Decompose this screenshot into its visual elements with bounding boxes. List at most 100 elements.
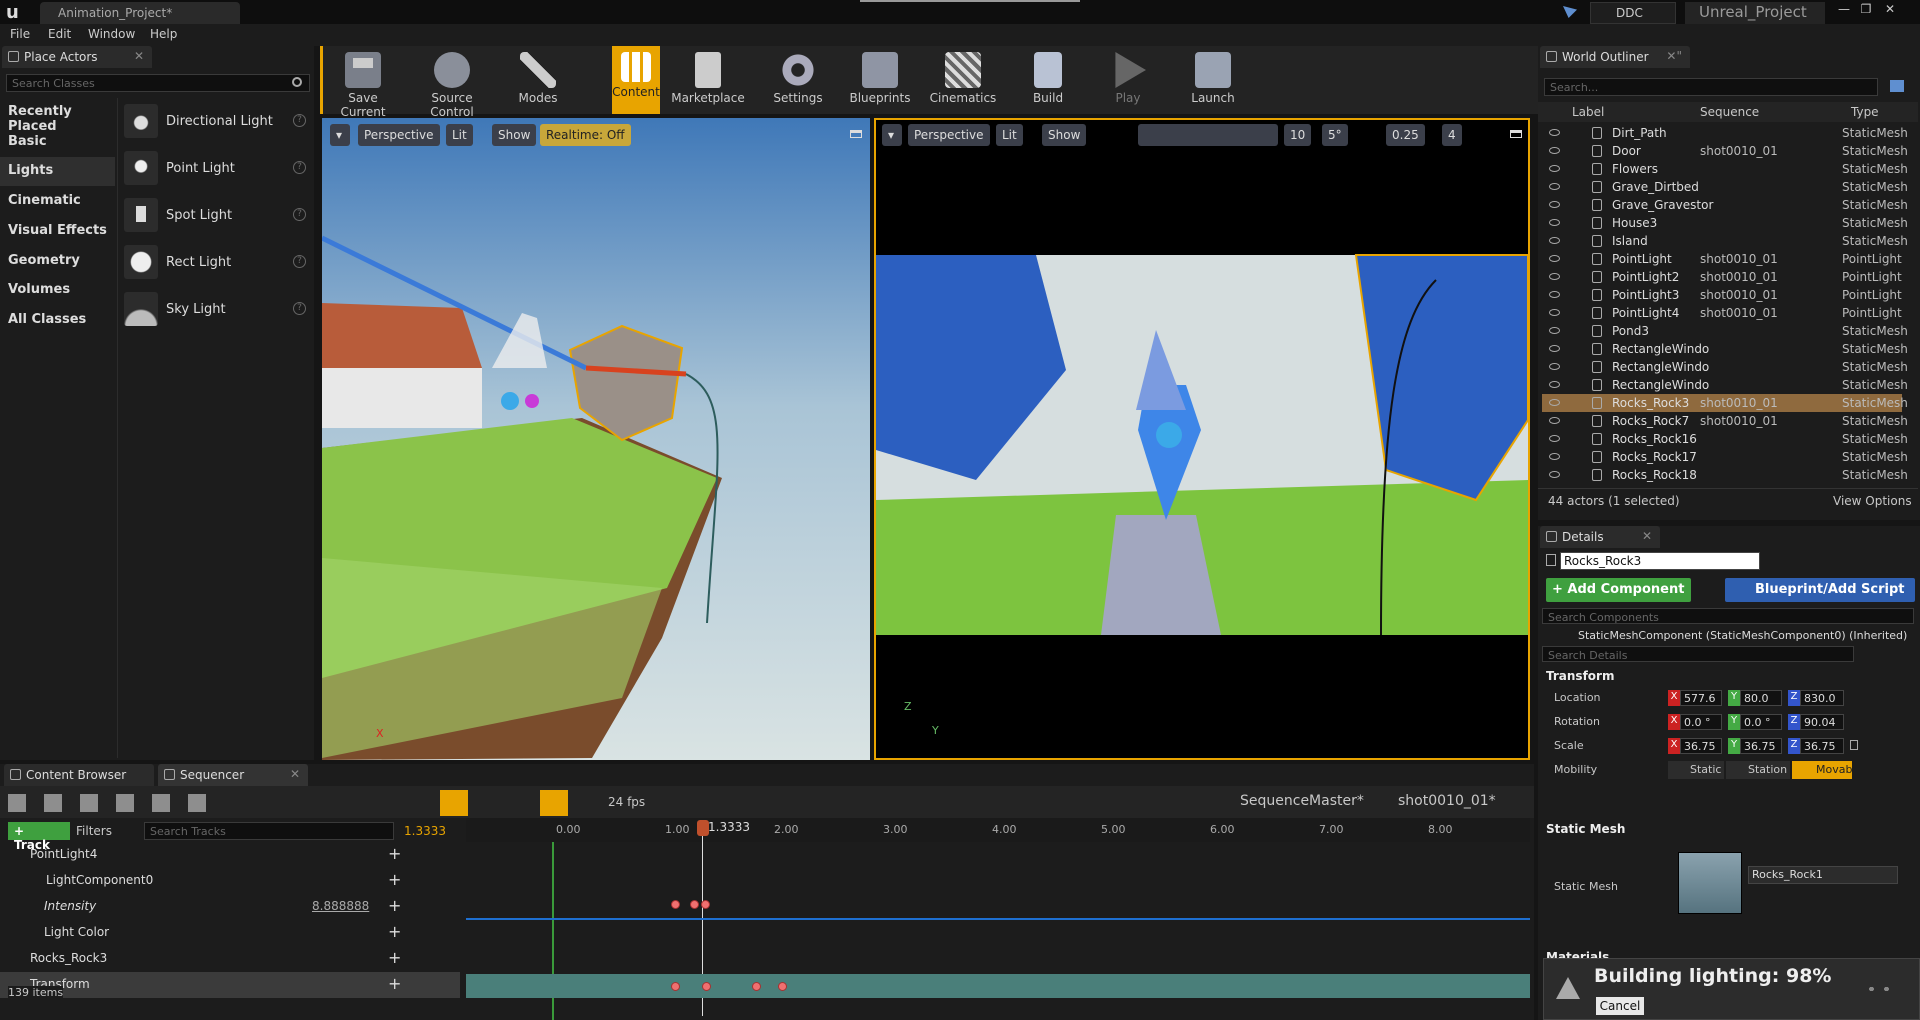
notification-icon[interactable] (1563, 6, 1577, 18)
outliner-row[interactable]: Grave_Dirtbed StaticMesh (1542, 178, 1908, 196)
location-y[interactable]: 80.0 (1740, 690, 1782, 706)
save-current-button[interactable]: Save Current (328, 46, 398, 119)
help-icon[interactable]: ? (293, 208, 306, 221)
actor-directional-light[interactable]: Directional Light ? (120, 100, 312, 144)
track-row[interactable]: Intensity 8.888888 + (0, 894, 460, 920)
outliner-row[interactable]: PointLight shot0010_01 PointLight (1542, 250, 1902, 268)
settings-button[interactable]: Settings (763, 46, 833, 114)
category-volumes[interactable]: Volumes (0, 276, 115, 305)
visibility-eye-icon[interactable] (1549, 345, 1560, 352)
viewport-perspective-right[interactable]: ▾ Perspective Lit Show 10 5° 0.25 4 Z Y (874, 118, 1530, 760)
track-row[interactable]: Transform + (0, 972, 460, 998)
visibility-eye-icon[interactable] (1549, 219, 1560, 226)
outliner-row[interactable]: Rocks_Rock16 StaticMesh (1542, 430, 1908, 448)
perspective-button[interactable]: Perspective (908, 124, 990, 146)
menu-file[interactable]: File (10, 27, 30, 41)
breadcrumb-master[interactable]: SequenceMaster* (1240, 793, 1364, 809)
category-visual-effects[interactable]: Visual Effects (0, 217, 115, 246)
visibility-eye-icon[interactable] (1549, 273, 1560, 280)
cinematics-button[interactable]: Cinematics (926, 46, 1000, 114)
document-tab[interactable]: Animation_Project* (40, 2, 240, 24)
menu-edit[interactable]: Edit (48, 27, 71, 41)
lock-icon[interactable] (1850, 740, 1858, 750)
maximize-button[interactable]: ❐ (1855, 2, 1877, 18)
category-geometry[interactable]: Geometry (0, 247, 115, 276)
add-track-button[interactable]: + Track (8, 822, 70, 852)
maximize-viewport-icon[interactable] (1510, 130, 1522, 138)
col-type[interactable]: Type (1851, 105, 1879, 119)
keyframe[interactable] (690, 900, 699, 909)
realtime-toggle[interactable]: Realtime: Off (540, 124, 631, 146)
category-recently-placed[interactable]: Recently Placed (0, 98, 115, 134)
add-folder-icon[interactable] (1890, 80, 1904, 92)
close-icon[interactable]: ✕" (1666, 49, 1682, 63)
mobility-static[interactable]: Static (1668, 761, 1724, 779)
visibility-eye-icon[interactable] (1549, 183, 1560, 190)
perspective-button[interactable]: Perspective (358, 124, 440, 146)
view-options-button[interactable]: View Options (1833, 494, 1912, 508)
lit-button[interactable]: Lit (996, 124, 1023, 146)
source-control-button[interactable]: Source Control (408, 46, 496, 119)
ddc-button[interactable]: DDC (1590, 2, 1676, 24)
scale-z[interactable]: 36.75 (1800, 738, 1844, 754)
outliner-row[interactable]: Flowers StaticMesh (1542, 160, 1908, 178)
mesh-thumbnail[interactable] (1678, 852, 1742, 914)
visibility-eye-icon[interactable] (1549, 129, 1560, 136)
search-components-input[interactable]: Search Components (1542, 608, 1914, 624)
viewport-menu-button[interactable]: ▾ (882, 124, 902, 146)
add-key-icon[interactable]: + (388, 974, 401, 993)
timeline-ruler[interactable]: 0.00 1.00 2.00 3.00 4.00 5.00 6.00 7.00 8.00 (466, 818, 1530, 842)
visibility-eye-icon[interactable] (1549, 453, 1560, 460)
sequencer-tool-icons[interactable] (8, 794, 208, 812)
rotation-z[interactable]: 90.04 (1800, 714, 1844, 730)
minimize-button[interactable]: — (1833, 2, 1855, 18)
outliner-row[interactable]: Rocks_Rock7 shot0010_01 StaticMesh (1542, 412, 1908, 430)
track-row[interactable]: LightComponent0 + (0, 868, 460, 894)
category-all-classes[interactable]: All Classes (0, 306, 115, 335)
show-button[interactable]: Show (1042, 124, 1087, 146)
angle-snap-value[interactable]: 5° (1322, 124, 1348, 146)
rotation-x[interactable]: 0.0 ° (1680, 714, 1722, 730)
scale-y[interactable]: 36.75 (1740, 738, 1782, 754)
tab-world-outliner[interactable]: World Outliner ✕" (1540, 46, 1690, 68)
menu-window[interactable]: Window (88, 27, 135, 41)
help-icon[interactable]: ? (293, 255, 306, 268)
blueprint-add-script-button[interactable]: Blueprint/Add Script (1725, 578, 1915, 602)
snap-button[interactable] (540, 790, 568, 816)
close-window-button[interactable]: ✕ (1879, 2, 1901, 18)
visibility-eye-icon[interactable] (1549, 255, 1560, 262)
tab-details[interactable]: Details ✕ (1540, 526, 1660, 548)
actor-sky-light[interactable]: Sky Light ? (120, 288, 312, 332)
tab-content-browser[interactable]: Content Browser (4, 764, 154, 786)
add-component-button[interactable]: + Add Component (1546, 578, 1691, 602)
track-value[interactable]: 8.888888 (312, 899, 369, 913)
transform-section[interactable]: Transform (1546, 669, 1614, 683)
mobility-movable[interactable]: Movab (1792, 761, 1852, 779)
viewport-menu-button[interactable]: ▾ (330, 124, 350, 146)
visibility-eye-icon[interactable] (1549, 237, 1560, 244)
col-label[interactable]: Label (1572, 105, 1604, 119)
help-icon[interactable]: ? (293, 161, 306, 174)
add-key-icon[interactable]: + (388, 844, 401, 863)
camera-speed-value[interactable]: 4 (1442, 124, 1462, 146)
show-button[interactable]: Show (492, 124, 537, 146)
outliner-row[interactable]: RectangleWindo StaticMesh (1542, 340, 1908, 358)
keyframe[interactable] (752, 982, 761, 991)
fps-selector[interactable]: 24 fps (608, 795, 645, 809)
location-z[interactable]: 830.0 (1800, 690, 1844, 706)
category-basic[interactable]: Basic (0, 128, 115, 157)
visibility-eye-icon[interactable] (1549, 309, 1560, 316)
outliner-row[interactable]: PointLight3 shot0010_01 PointLight (1542, 286, 1902, 304)
blueprints-button[interactable]: Blueprints (845, 46, 915, 114)
add-key-icon[interactable]: + (388, 896, 401, 915)
outliner-row[interactable]: RectangleWindo StaticMesh (1542, 376, 1908, 394)
category-lights[interactable]: Lights (0, 157, 115, 186)
outliner-row[interactable]: House3 StaticMesh (1542, 214, 1908, 232)
outliner-row[interactable]: Door shot0010_01 StaticMesh (1542, 142, 1908, 160)
keyframe[interactable] (701, 900, 710, 909)
help-icon[interactable]: ? (293, 114, 306, 127)
col-sequence[interactable]: Sequence (1700, 105, 1759, 119)
visibility-eye-icon[interactable] (1549, 363, 1560, 370)
viewport-perspective-left[interactable]: ▾ Perspective Lit Show Realtime: Off X (322, 118, 870, 760)
visibility-eye-icon[interactable] (1549, 399, 1560, 406)
